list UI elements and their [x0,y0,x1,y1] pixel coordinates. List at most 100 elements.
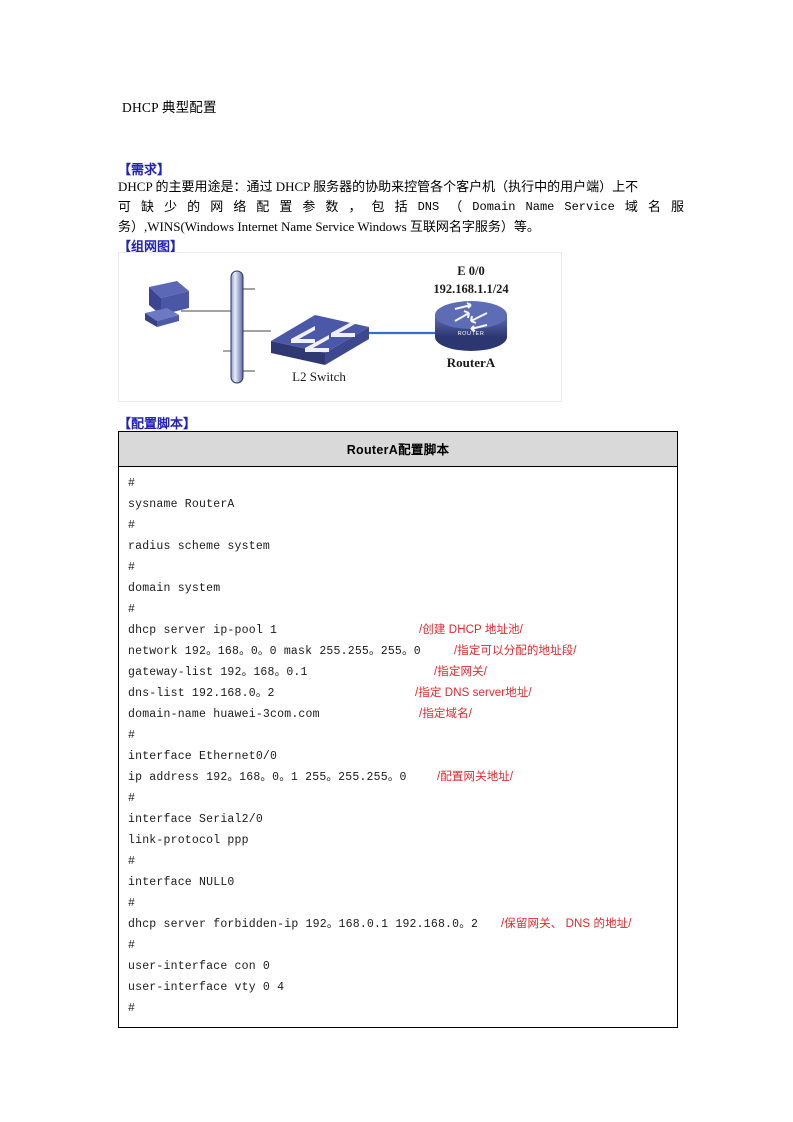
config-command: interface Ethernet0/0 [128,750,278,763]
config-comment: /指定 DNS server地址/ [415,687,532,699]
req-seg: 服 [670,199,684,214]
req-seg: Name [525,200,555,214]
config-command: # [128,561,136,574]
config-command: ip address 192。168。0。1 255。255.255。0 [128,771,407,784]
req-seg: 名 [647,199,661,214]
config-line: interface Ethernet0/0 [119,746,677,767]
config-command: sysname RouterA [128,498,235,511]
config-script-body: # sysname RouterA # radius scheme system # do… [119,467,677,1027]
req-seg: 缺 [141,199,155,214]
config-line: # [119,725,677,746]
config-line: # [119,473,677,494]
config-line: interface NULL0 [119,872,677,893]
config-line: # [119,599,677,620]
config-command: # [128,939,136,952]
config-script-table: RouterA配置脚本 # sysname RouterA # radius sche… [118,431,678,1028]
config-line: link-protocol ppp [119,830,677,851]
req-seg: 数 [325,199,339,214]
config-comment: /指定域名/ [419,708,472,720]
config-line: # [119,998,677,1019]
req-seg: 括 [394,199,408,214]
section-heading-requirement: 【需求】 [118,162,171,177]
config-line: ip address 192。168。0。1 255。255.255。0/配置网… [119,767,677,788]
req-seg: 络 [233,199,247,214]
config-line: sysname RouterA [119,494,677,515]
config-line: gateway-list 192。168。0.1/指定网关/ [119,662,677,683]
req-seg: 可 [118,199,132,214]
document-page: DHCP 典型配置 【需求】 DHCP 的主要用途是：通过 DHCP 服务器的协… [0,0,793,1122]
config-command: user-interface vty 0 4 [128,981,285,994]
config-line: user-interface vty 0 4 [119,977,677,998]
req-seg: （ [449,199,463,214]
req-seg: 包 [371,199,385,214]
config-command: # [128,792,136,805]
config-command: interface NULL0 [128,876,235,889]
page-title: DHCP 典型配置 [122,100,217,115]
section-heading-script: 【配置脚本】 [118,416,197,431]
switch-icon [271,315,369,365]
config-line: domain-name huawei-3com.com/指定域名/ [119,704,677,725]
config-line: # [119,788,677,809]
config-line: # [119,893,677,914]
config-line: radius scheme system [119,536,677,557]
req-seg: 的 [187,199,201,214]
config-line: # [119,935,677,956]
config-command: # [128,729,136,742]
config-line: # [119,557,677,578]
router-icon: ROUTER [435,301,507,351]
config-comment: /指定网关/ [434,666,487,678]
router-label: RouterA [447,355,496,370]
config-comment: /配置网关地址/ [437,771,514,783]
config-line: interface Serial2/0 [119,809,677,830]
req-seg: Domain [472,200,516,214]
config-line: dns-list 192.168.0。2/指定 DNS server地址/ [119,683,677,704]
req-seg: 置 [279,199,293,214]
interface-label: E 0/0 [457,264,484,278]
config-command: gateway-list 192。168。0.1 [128,666,308,679]
req-seg: 配 [256,199,270,214]
requirement-paragraph: DHCP 的主要用途是：通过 DHCP 服务器的协助来控管各个客户机（执行中的用… [118,177,684,237]
interface-ip-label: 192.168.1.1/24 [433,282,509,296]
config-command: dhcp server ip-pool 1 [128,624,278,637]
requirement-line-1: DHCP 的主要用途是：通过 DHCP 服务器的协助来控管各个客户机（执行中的用… [118,179,639,194]
config-comment: /指定可以分配的地址段/ [454,645,577,657]
config-command: # [128,477,136,490]
requirement-line-3: 务）,WINS(Windows Internet Name Service Wi… [118,219,540,234]
config-line: domain system [119,578,677,599]
config-command: dns-list 192.168.0。2 [128,687,275,700]
config-command: # [128,855,136,868]
bus-links [181,288,271,372]
config-line: # [119,515,677,536]
config-command: interface Serial2/0 [128,813,263,826]
req-seg: DNS [417,200,440,214]
config-command: # [128,1002,136,1015]
config-line: # [119,851,677,872]
config-command: # [128,897,136,910]
config-command: link-protocol ppp [128,834,249,847]
router-badge-label: ROUTER [458,331,485,337]
config-table-header: RouterA配置脚本 [119,432,677,467]
switch-label: L2 Switch [292,369,346,384]
config-command: # [128,603,136,616]
config-line: dhcp server forbidden-ip 192。168.0.1 192… [119,914,677,935]
config-line: user-interface con 0 [119,956,677,977]
config-line: network 192。168。0。0 mask 255.255。255。0/指… [119,641,677,662]
requirement-line-2: 可 缺 少 的 网 络 配 置 参 数 ， 包 括 DNS （ Domain N… [118,197,684,217]
config-command: # [128,519,136,532]
req-seg: 参 [302,199,316,214]
config-command: radius scheme system [128,540,271,553]
config-command: domain system [128,582,221,595]
config-command: domain-name huawei-3com.com [128,708,320,721]
req-seg: ， [348,199,362,214]
network-topology-diagram: L2 Switch ROUTER RouterA E 0/0 192.168.1 [118,252,562,402]
pc-icon [145,281,189,327]
config-comment: /创建 DHCP 地址池/ [419,624,523,636]
config-command: dhcp server forbidden-ip 192。168.0.1 192… [128,918,479,931]
network-bus [230,270,244,384]
config-line: dhcp server ip-pool 1/创建 DHCP 地址池/ [119,620,677,641]
config-command: user-interface con 0 [128,960,271,973]
config-comment: /保留网关、 DNS 的地址/ [501,918,632,930]
req-seg: Service [564,200,615,214]
req-seg: 少 [164,199,178,214]
req-seg: 网 [210,199,224,214]
